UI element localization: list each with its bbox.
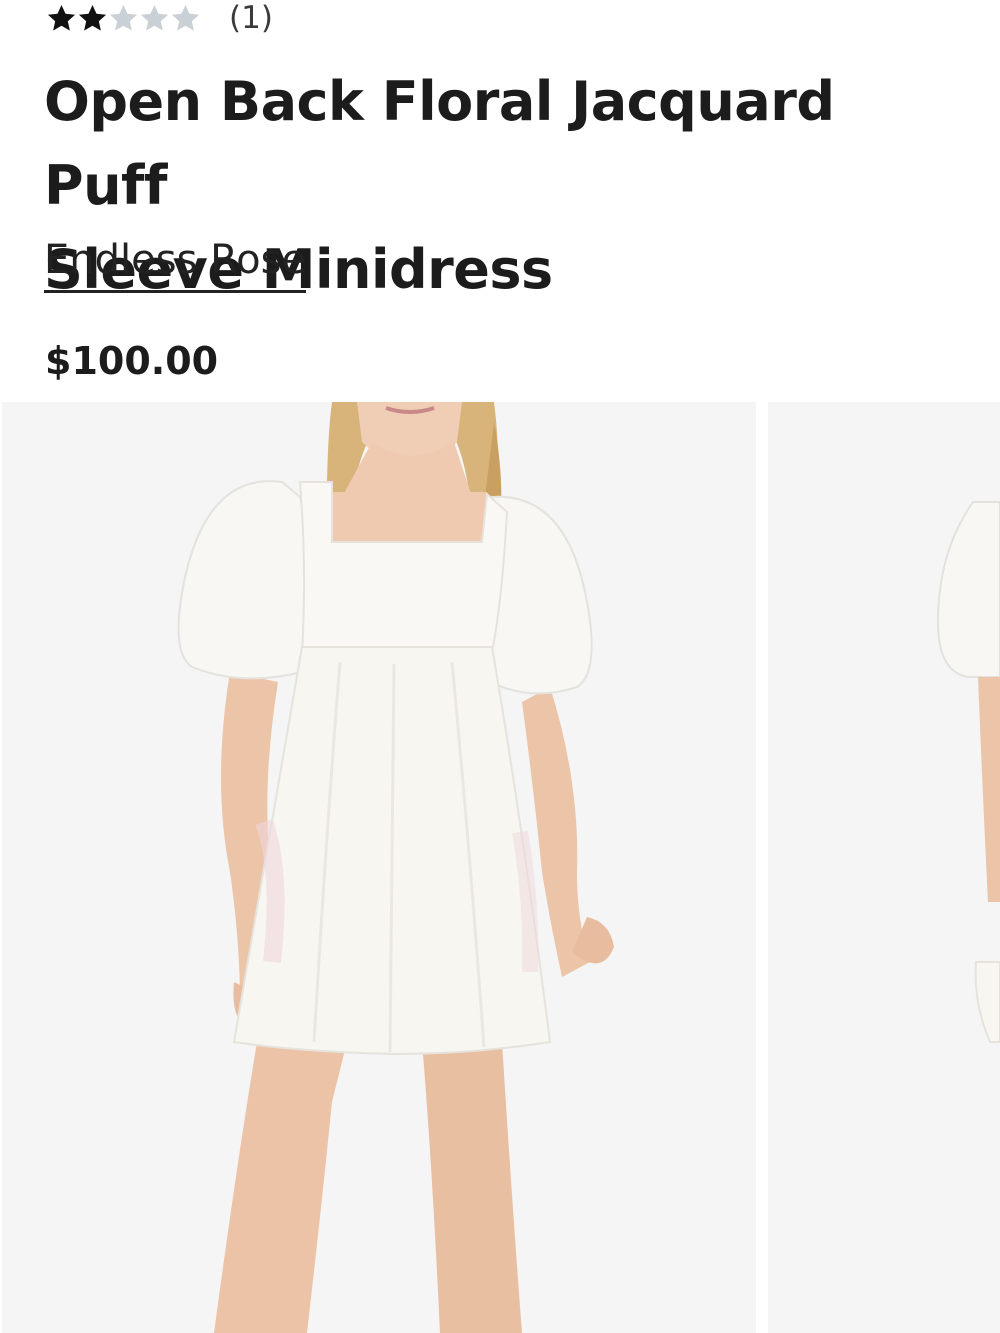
star-filled-icon	[47, 4, 76, 31]
star-filled-icon	[78, 4, 107, 31]
product-image-carousel[interactable]	[0, 402, 1000, 1333]
product-detail-page: (1) Open Back Floral Jacquard Puff Sleev…	[0, 0, 1000, 1333]
product-title-line-1: Open Back Floral Jacquard Puff	[44, 70, 835, 217]
review-count[interactable]: (1)	[229, 0, 273, 36]
brand-link[interactable]: Endless Rose	[44, 232, 307, 293]
product-price: $100.00	[45, 339, 219, 383]
star-rating	[46, 3, 201, 34]
star-empty-icon	[171, 4, 200, 31]
product-image-side[interactable]	[768, 402, 1000, 1333]
star-empty-icon	[109, 4, 138, 31]
star-empty-icon	[140, 4, 169, 31]
product-rating[interactable]: (1)	[46, 0, 273, 36]
model-side-image	[768, 402, 1000, 1333]
model-front-image	[2, 402, 756, 1333]
product-image-front[interactable]	[2, 402, 756, 1333]
